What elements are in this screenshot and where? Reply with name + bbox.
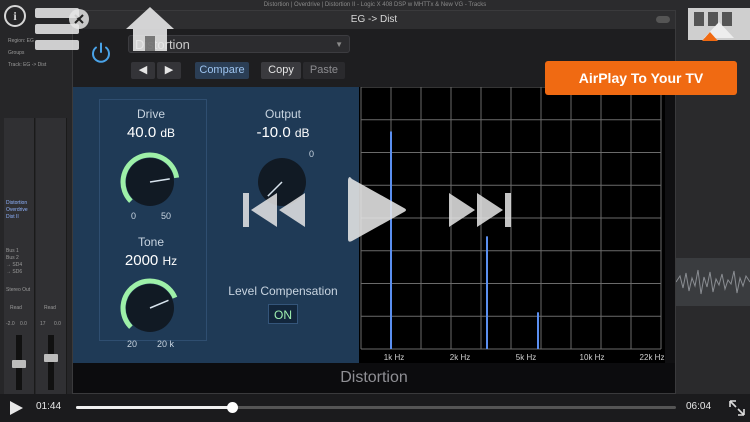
output-max-label: 0 — [309, 149, 315, 159]
level-value-2: 0.0 — [20, 321, 27, 327]
chevron-down-icon: ▼ — [335, 40, 343, 49]
menu-icon[interactable] — [33, 6, 81, 52]
automation-read-2[interactable]: Read — [44, 305, 56, 311]
previous-preset-button[interactable]: ◀ — [131, 62, 155, 79]
fullscreen-icon[interactable] — [728, 399, 746, 417]
airplay-callout: AirPlay To Your TV — [545, 61, 737, 95]
tone-value: 2000 Hz — [124, 252, 178, 269]
send-1[interactable]: Bus 1 — [6, 248, 19, 254]
x-tick-label-1: 1k Hz — [384, 353, 404, 362]
level-value-3: 17 — [40, 321, 46, 327]
drive-knob[interactable] — [115, 147, 185, 217]
x-tick-label-5: 22k Hz — [640, 353, 665, 362]
info-icon[interactable]: i — [4, 5, 26, 27]
tone-label: Tone — [137, 235, 165, 249]
play-small-icon[interactable] — [8, 400, 24, 416]
paste-button[interactable]: Paste — [303, 62, 345, 79]
fast-forward-icon[interactable] — [447, 193, 511, 227]
window-title: Distortion | Overdrive | Distortion II -… — [0, 0, 750, 10]
play-icon[interactable] — [346, 175, 408, 245]
x-tick-label-3: 5k Hz — [516, 353, 536, 362]
x-tick-label-4: 10k Hz — [580, 353, 605, 362]
home-icon[interactable] — [124, 5, 176, 53]
send-4[interactable]: → SD6 — [6, 269, 22, 275]
strip-plugin-2[interactable]: Overdrive — [6, 207, 28, 213]
x-tick-label-2: 2k Hz — [450, 353, 470, 362]
waveform — [676, 269, 750, 295]
groups-label: Groups — [8, 50, 25, 56]
tone-max-label: 20 k — [157, 339, 175, 349]
level-compensation-label: Level Compensation — [228, 284, 338, 298]
callout-pointer-icon — [702, 32, 718, 41]
drive-min-label: 0 — [131, 211, 137, 221]
tone-min-label: 20 — [127, 339, 138, 349]
power-icon[interactable] — [89, 41, 113, 65]
send-3[interactable]: → SD4 — [6, 262, 22, 268]
plugin-link-toggle[interactable] — [656, 16, 670, 23]
fader-cap-1[interactable] — [12, 360, 26, 368]
fader-2[interactable] — [48, 335, 54, 390]
level-value-1: -2.0 — [6, 321, 15, 327]
automation-read-1[interactable]: Read — [10, 305, 22, 311]
airplay-icon — [694, 12, 734, 38]
elapsed-time: 01:44 — [36, 401, 62, 412]
copy-button[interactable]: Copy — [261, 62, 301, 79]
level-compensation-toggle[interactable]: ON — [268, 304, 298, 324]
drive-value: 40.0 dB — [126, 124, 176, 141]
airplay-button[interactable] — [688, 8, 750, 40]
parameter-panel: Drive 40.0 dB 0 50 Output -10.0 dB 0 Ton… — [73, 87, 359, 363]
track-region — [676, 258, 750, 306]
host-left-panel: Region: EG Groups Track: EG -> Dist Dist… — [0, 10, 72, 394]
fader-cap-2[interactable] — [44, 354, 58, 362]
drive-max-label: 50 — [161, 211, 172, 221]
seek-thumb[interactable] — [227, 402, 238, 413]
region-label: Region: EG — [8, 38, 34, 44]
player-control-bar: 01:44 06:04 — [0, 394, 750, 422]
seek-bar[interactable] — [76, 402, 676, 413]
drive-label: Drive — [136, 107, 165, 121]
track-label: Track: EG -> Dist — [8, 62, 47, 68]
level-value-4: 0.0 — [54, 321, 61, 327]
rewind-icon[interactable] — [243, 193, 307, 227]
output-label: Output — [264, 107, 302, 121]
output-label: Stereo Out — [6, 287, 31, 293]
strip-plugin-3[interactable]: Dist II — [6, 214, 19, 220]
send-2[interactable]: Bus 2 — [6, 255, 19, 261]
tone-knob[interactable] — [115, 273, 185, 343]
output-value: -10.0 dB — [256, 124, 310, 141]
seek-progress — [76, 406, 232, 409]
strip-plugin-1[interactable]: Distortion — [6, 200, 27, 206]
remaining-time: 06:04 — [686, 401, 712, 412]
next-preset-button[interactable]: ▶ — [157, 62, 181, 79]
plugin-name-label: Distortion — [73, 363, 675, 393]
compare-button[interactable]: Compare — [195, 62, 249, 79]
